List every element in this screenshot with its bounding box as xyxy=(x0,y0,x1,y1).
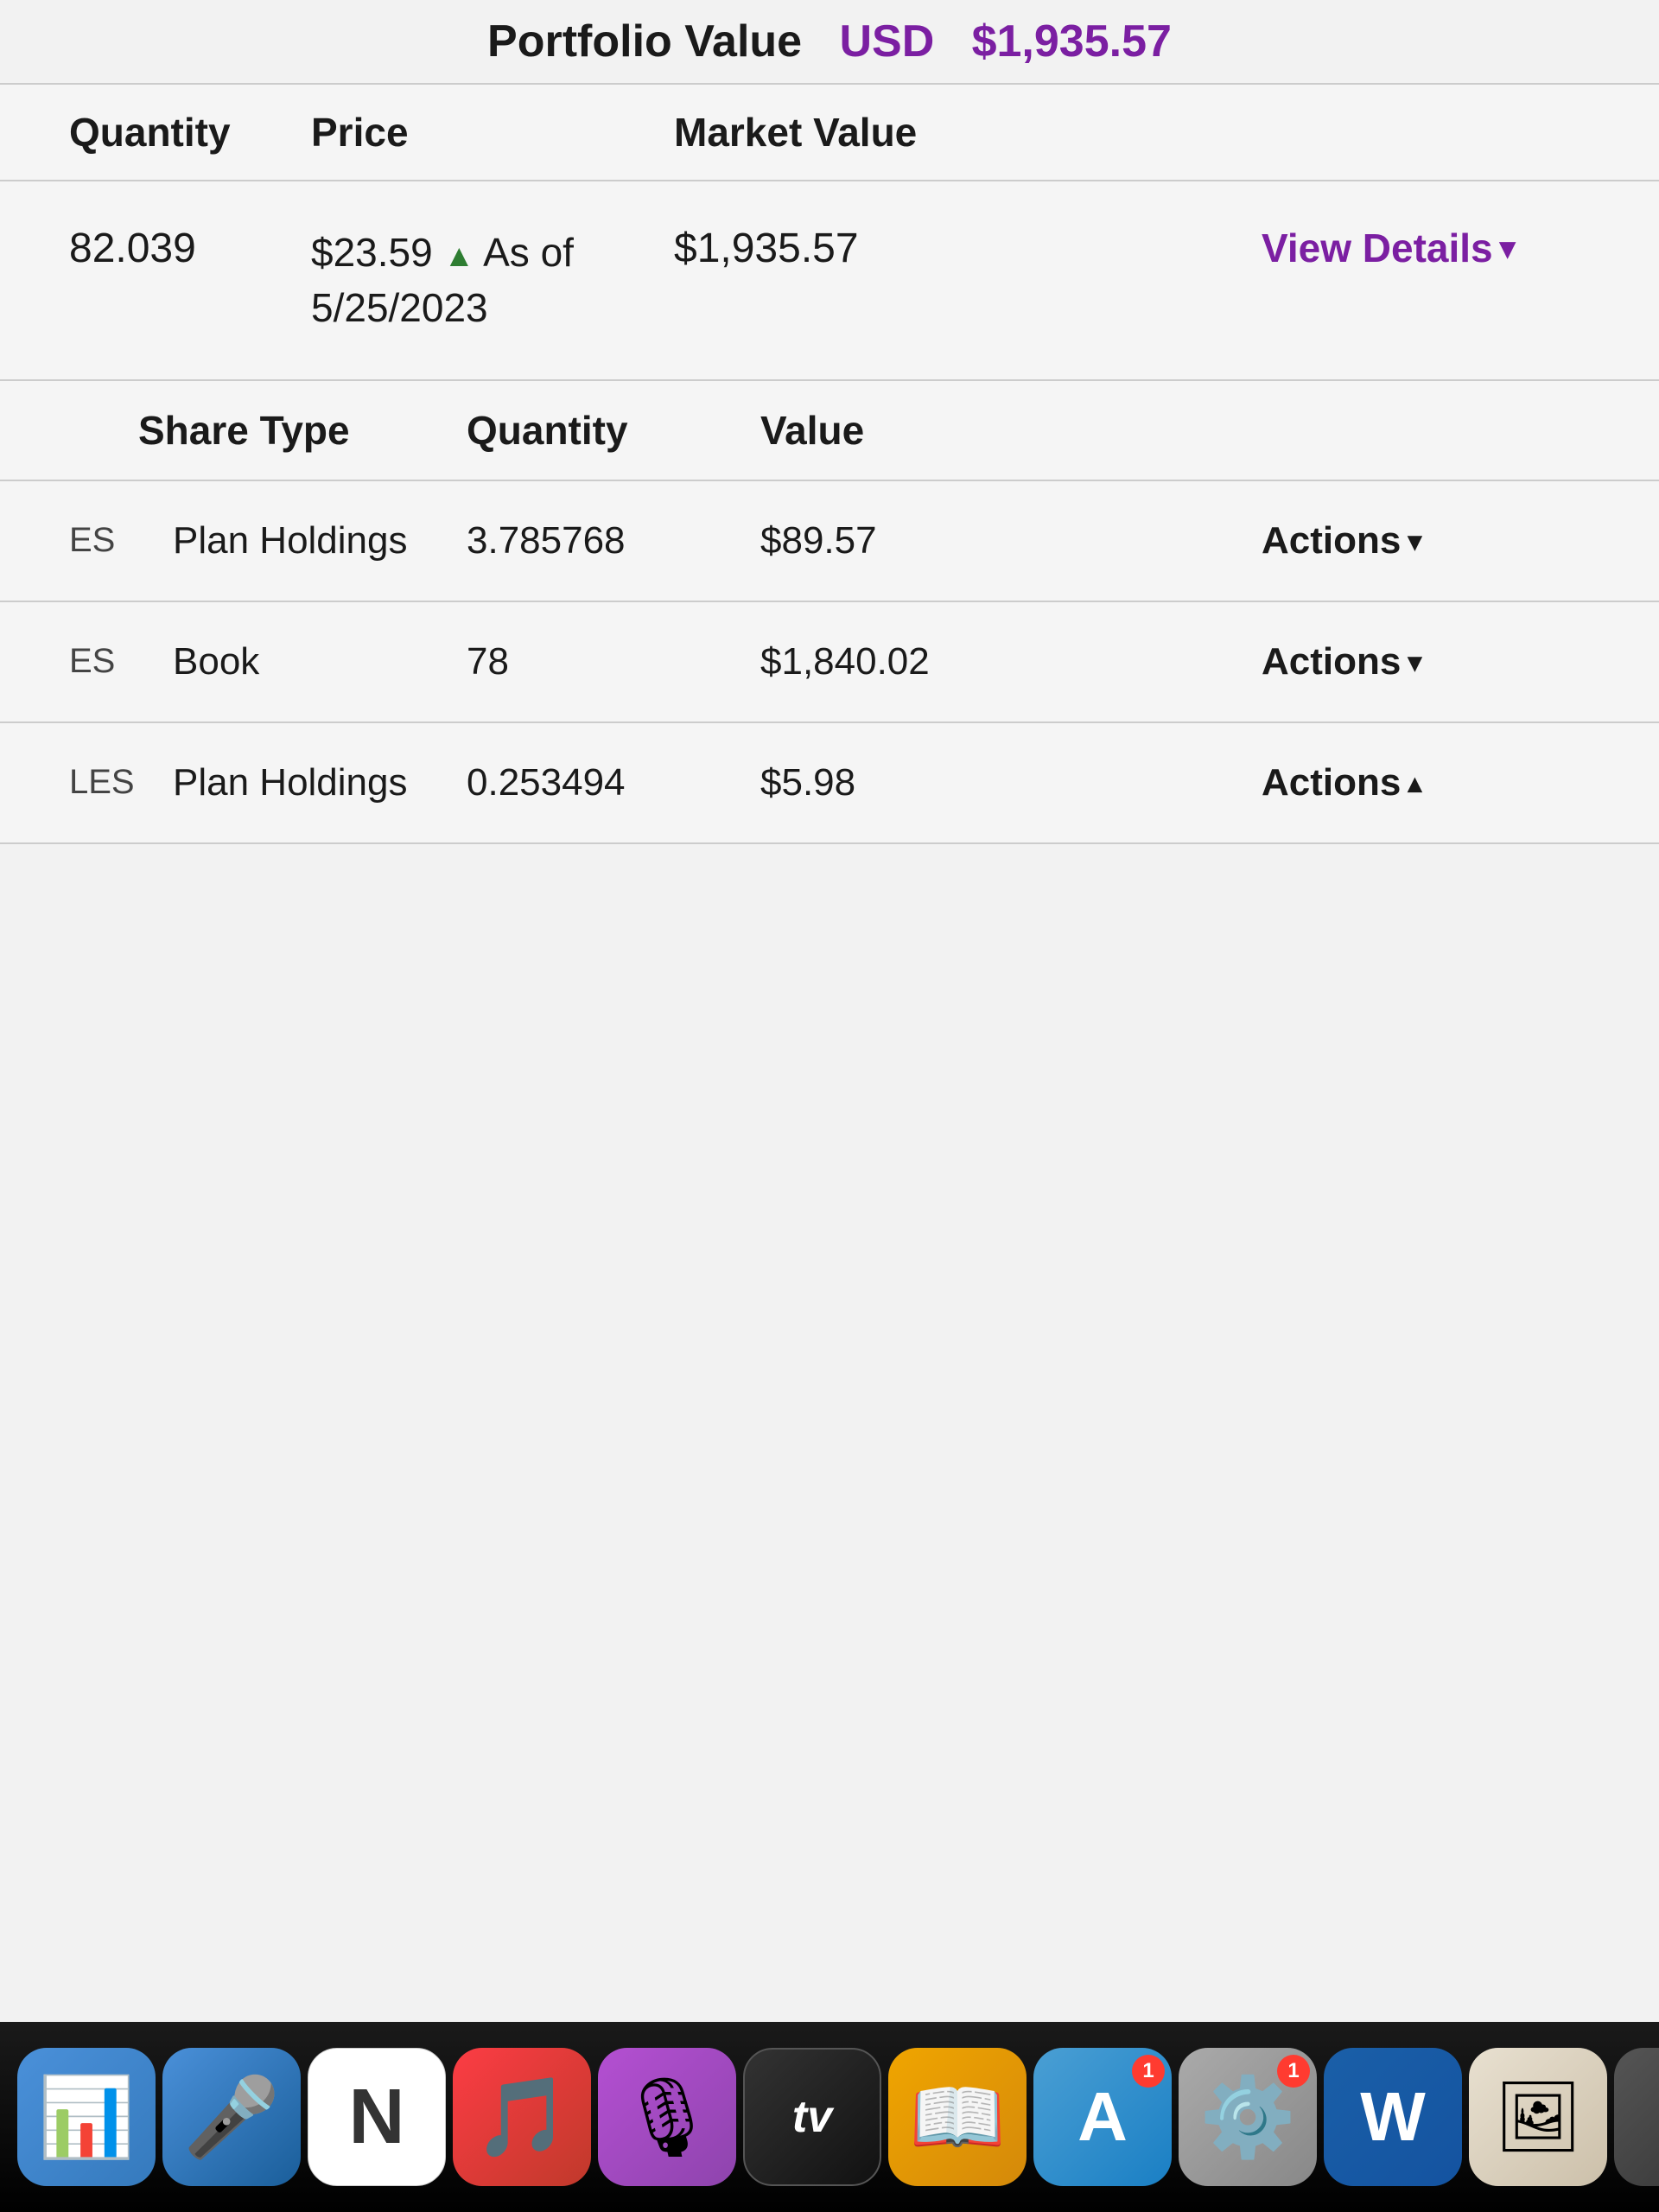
holding-row-1-actions-label: Actions xyxy=(1262,519,1401,563)
view-details-label: View Details xyxy=(1262,225,1493,271)
dock-item-preview[interactable]: 🖼 xyxy=(1469,2048,1607,2186)
dock-item-news[interactable]: N xyxy=(308,2048,446,2186)
holding-row-3-actions[interactable]: Actions ▴ xyxy=(1262,761,1590,804)
holding-row-2-actions-chevron-icon: ▾ xyxy=(1408,645,1421,678)
holding-row-3-label: LES xyxy=(69,763,138,802)
holding-row-2-share-type: Book xyxy=(138,640,467,683)
view-details-container[interactable]: View Details ▾ xyxy=(1262,225,1590,271)
holding-row-1-actions[interactable]: Actions ▾ xyxy=(1262,519,1590,563)
summary-row: 82.039 $23.59 ▲ As of 5/25/2023 $1,935.5… xyxy=(0,181,1659,381)
settings-icon: ⚙️ xyxy=(1199,2072,1296,2163)
holding-row-1-share-type: Plan Holdings xyxy=(138,519,467,563)
dock-item-appletv[interactable]: tv xyxy=(743,2048,881,2186)
preview-icon: 🖼 xyxy=(1494,2076,1582,2158)
holdings-column-headers: Share Type Quantity Value xyxy=(0,381,1659,481)
holding-row-3-actions-label: Actions xyxy=(1262,761,1401,804)
portfolio-header: Portfolio Value USD $1,935.57 xyxy=(0,0,1659,85)
th-price: Price xyxy=(311,109,674,156)
dock: 📊 🎤 N 🎵 🎙 tv 📖 A 1 ⚙️ 1 W 🖼 ⌗ 🔍 xyxy=(0,2022,1659,2212)
holding-row-2: ES Book 78 $1,840.02 Actions ▾ xyxy=(0,602,1659,723)
spacer xyxy=(0,1433,1659,2022)
portfolio-title: Portfolio Value xyxy=(487,16,802,67)
keynote-icon: 🎤 xyxy=(183,2072,280,2163)
view-details-chevron-icon: ▾ xyxy=(1500,230,1516,266)
main-content: Portfolio Value USD $1,935.57 Quantity P… xyxy=(0,0,1659,1433)
col-header-quantity: Quantity xyxy=(467,407,760,454)
holding-row-3-actions-button[interactable]: Actions ▴ xyxy=(1262,761,1590,804)
holding-row-3-share-type: Plan Holdings xyxy=(138,761,467,804)
holding-row-2-label: ES xyxy=(69,642,138,681)
holding-row-1: ES Plan Holdings 3.785768 $89.57 Actions… xyxy=(0,481,1659,602)
summary-quantity: 82.039 xyxy=(69,225,311,272)
holding-row-2-actions-label: Actions xyxy=(1262,640,1401,683)
holding-row-2-actions[interactable]: Actions ▾ xyxy=(1262,640,1590,683)
view-details-button[interactable]: View Details ▾ xyxy=(1262,225,1590,271)
holding-row-1-actions-button[interactable]: Actions ▾ xyxy=(1262,519,1590,563)
bars-icon: 📊 xyxy=(38,2072,135,2163)
dock-item-calculator[interactable]: ⌗ xyxy=(1614,2048,1659,2186)
holding-row-1-label: ES xyxy=(69,521,138,560)
dock-item-books[interactable]: 📖 xyxy=(888,2048,1027,2186)
table-header-row: Quantity Price Market Value xyxy=(0,85,1659,181)
summary-market-value: $1,935.57 xyxy=(674,225,1262,272)
dock-item-appstore[interactable]: A 1 xyxy=(1033,2048,1172,2186)
appletv-icon: tv xyxy=(792,2091,832,2143)
holding-row-3-quantity: 0.253494 xyxy=(467,761,760,804)
dock-item-settings[interactable]: ⚙️ 1 xyxy=(1179,2048,1317,2186)
price-up-arrow-icon: ▲ xyxy=(443,238,483,273)
col-header-value: Value xyxy=(760,407,1262,454)
holding-row-1-actions-chevron-icon: ▾ xyxy=(1408,524,1421,557)
holding-row-2-actions-button[interactable]: Actions ▾ xyxy=(1262,640,1590,683)
portfolio-total-value: $1,935.57 xyxy=(972,16,1172,67)
news-icon: N xyxy=(349,2073,405,2162)
holding-row-3: LES Plan Holdings 0.253494 $5.98 Actions… xyxy=(0,723,1659,844)
word-icon: W xyxy=(1360,2077,1426,2157)
books-icon: 📖 xyxy=(909,2072,1006,2163)
dock-item-word[interactable]: W xyxy=(1324,2048,1462,2186)
holding-row-2-quantity: 78 xyxy=(467,640,760,683)
th-market-value: Market Value xyxy=(674,109,1262,156)
appstore-icon: A xyxy=(1077,2077,1128,2157)
summary-price: $23.59 ▲ As of 5/25/2023 xyxy=(311,225,674,336)
holding-row-3-actions-chevron-icon: ▴ xyxy=(1408,766,1421,799)
music-icon: 🎵 xyxy=(474,2072,570,2163)
dock-item-podcasts[interactable]: 🎙 xyxy=(598,2048,736,2186)
holding-row-2-value: $1,840.02 xyxy=(760,640,1262,683)
appstore-badge: 1 xyxy=(1132,2055,1165,2088)
podcasts-icon: 🎙 xyxy=(618,2072,716,2163)
portfolio-currency: USD xyxy=(839,16,934,67)
holding-row-1-quantity: 3.785768 xyxy=(467,519,760,563)
dock-item-music[interactable]: 🎵 xyxy=(453,2048,591,2186)
th-quantity: Quantity xyxy=(69,109,311,156)
dock-item-keynote[interactable]: 🎤 xyxy=(162,2048,301,2186)
summary-price-value: $23.59 xyxy=(311,230,433,275)
settings-badge: 1 xyxy=(1277,2055,1310,2088)
holding-row-3-value: $5.98 xyxy=(760,761,1262,804)
dock-item-bars[interactable]: 📊 xyxy=(17,2048,156,2186)
col-header-share-type: Share Type xyxy=(138,407,467,454)
holding-row-1-value: $89.57 xyxy=(760,519,1262,563)
